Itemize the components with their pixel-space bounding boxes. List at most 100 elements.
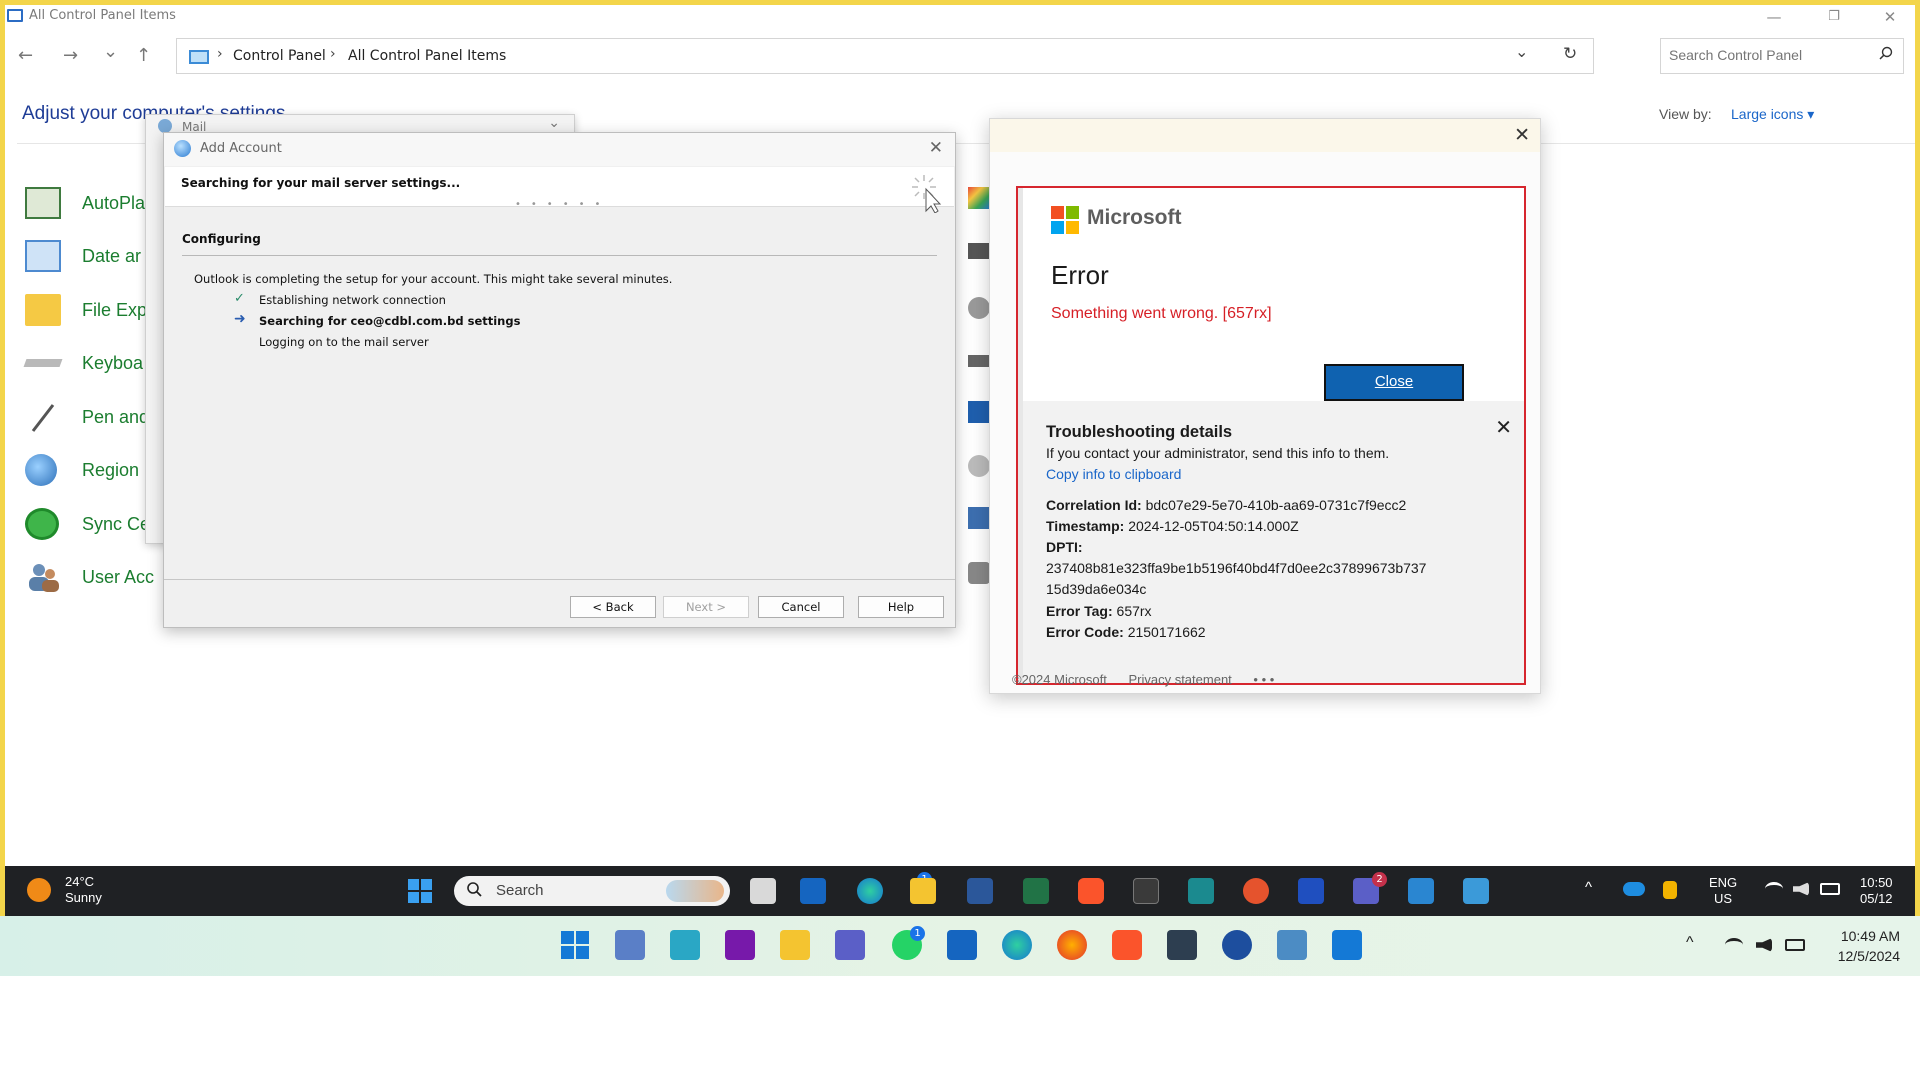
- arrow-right-icon: ➜: [234, 311, 246, 327]
- troubleshooting-intro: If you contact your administrator, send …: [1046, 445, 1390, 461]
- recent-locations-button[interactable]: ⌄: [103, 41, 118, 62]
- dpti-value-line2: 15d39da6e034c: [1046, 581, 1147, 597]
- excel-icon[interactable]: [1023, 878, 1049, 904]
- outlook-icon[interactable]: [800, 878, 826, 904]
- start-icon[interactable]: [560, 930, 590, 960]
- search-input[interactable]: [1669, 47, 1869, 63]
- privacy-link[interactable]: Privacy statement: [1128, 672, 1231, 687]
- battery-icon[interactable]: [1785, 939, 1805, 951]
- device-icon: [968, 455, 990, 477]
- remote-desktop-icon[interactable]: [1332, 930, 1362, 960]
- search-box[interactable]: [1660, 38, 1904, 74]
- back-button[interactable]: ←: [18, 45, 33, 66]
- globe-icon: [25, 454, 57, 486]
- sync-icon: [25, 508, 59, 540]
- edge-icon[interactable]: [857, 878, 883, 904]
- outlook-icon[interactable]: [947, 930, 977, 960]
- cancel-button[interactable]: Cancel: [758, 596, 844, 618]
- address-bar[interactable]: › Control Panel › All Control Panel Item…: [176, 38, 1594, 74]
- inner-clock[interactable]: 10:50 05/12: [1860, 875, 1893, 907]
- banner-text: Searching for your mail server settings.…: [181, 176, 461, 190]
- taskbar-search[interactable]: Search: [454, 876, 730, 906]
- minimize-button[interactable]: —: [1751, 5, 1797, 29]
- start-icon[interactable]: [407, 878, 433, 904]
- refresh-icon[interactable]: ↻: [1563, 44, 1577, 64]
- divider: [182, 255, 937, 256]
- close-icon[interactable]: ✕: [929, 138, 943, 158]
- error-content: Microsoft Error Something went wrong. [6…: [1016, 186, 1526, 685]
- more-options-icon[interactable]: • • •: [1253, 672, 1274, 687]
- close-button[interactable]: ✕: [1867, 5, 1913, 29]
- lock-icon[interactable]: [1663, 881, 1677, 899]
- cp-item-label: User Acc: [82, 567, 155, 587]
- weather-widget[interactable]: 24°C Sunny: [65, 874, 102, 906]
- file-explorer-icon[interactable]: [780, 930, 810, 960]
- language-indicator[interactable]: ENG US: [1709, 875, 1737, 907]
- app-icon[interactable]: [1277, 930, 1307, 960]
- file-explorer-icon[interactable]: [910, 878, 936, 904]
- breadcrumb-separator: ›: [330, 46, 336, 62]
- breadcrumb-all-items[interactable]: All Control Panel Items: [348, 48, 506, 64]
- screen: All Control Panel Items — ❐ ✕ ← → ⌄ ↑ › …: [0, 0, 1920, 916]
- volume-icon[interactable]: [1793, 882, 1809, 896]
- taskbar-search-label: Search: [496, 882, 544, 899]
- breadcrumb-control-panel[interactable]: Control Panel: [233, 48, 326, 64]
- view-by-dropdown[interactable]: Large icons ▾: [1731, 106, 1814, 123]
- sun-icon[interactable]: [27, 878, 51, 902]
- app-icon[interactable]: [1222, 930, 1252, 960]
- outer-clock[interactable]: 10:49 AM 12/5/2024: [1822, 926, 1900, 966]
- back-button[interactable]: < Back: [570, 596, 656, 618]
- temperature: 24°C: [65, 874, 95, 889]
- edge-icon[interactable]: [1002, 930, 1032, 960]
- next-button[interactable]: Next >: [663, 596, 749, 618]
- up-button[interactable]: ↑: [136, 45, 151, 66]
- address-dropdown-icon[interactable]: ⌄: [1515, 42, 1528, 61]
- device-icon: [968, 297, 990, 319]
- onenote-icon[interactable]: [725, 930, 755, 960]
- correlation-value: bdc07e29-5e70-410b-aa69-0731c7f9ecc2: [1145, 497, 1407, 513]
- show-hidden-icons[interactable]: ^: [1585, 880, 1592, 896]
- brave-icon[interactable]: [1078, 878, 1104, 904]
- brave-icon[interactable]: [1112, 930, 1142, 960]
- copy-info-link[interactable]: Copy info to clipboard: [1046, 466, 1181, 482]
- app-icon[interactable]: [1188, 878, 1214, 904]
- control-panel-icon: [7, 9, 23, 22]
- error-message: Something went wrong. [657rx]: [1051, 305, 1272, 322]
- browser-icon[interactable]: [1243, 878, 1269, 904]
- task-view-icon[interactable]: [750, 878, 776, 904]
- chevron-down-icon[interactable]: ⌄: [548, 115, 560, 131]
- teams-icon[interactable]: [835, 930, 865, 960]
- control-panel-icon[interactable]: [1463, 878, 1489, 904]
- app-icon[interactable]: [615, 930, 645, 960]
- volume-icon[interactable]: [1756, 938, 1772, 952]
- battery-icon[interactable]: [1820, 883, 1840, 895]
- step-logging-on: Logging on to the mail server: [259, 335, 429, 349]
- error-code-value: 2150171662: [1127, 624, 1206, 640]
- app-l-icon[interactable]: [1298, 878, 1324, 904]
- search-icon: [466, 881, 482, 901]
- inner-taskbar: 24°CSunny Search 1 2 ^ ENGUS 10:5005/12: [5, 866, 1915, 916]
- close-icon[interactable]: ✕: [1495, 415, 1512, 439]
- remote-desktop-icon[interactable]: [1408, 878, 1434, 904]
- calendar-clock-icon: [25, 240, 61, 272]
- close-icon[interactable]: ✕: [1514, 124, 1530, 146]
- whatsapp-badge: 1: [910, 926, 925, 941]
- cp-item-label: Region: [82, 460, 140, 480]
- firefox-icon[interactable]: [1057, 930, 1087, 960]
- breadcrumb-separator: ›: [217, 46, 223, 62]
- word-icon[interactable]: [967, 878, 993, 904]
- forward-button[interactable]: →: [63, 45, 78, 66]
- restore-button[interactable]: ❐: [1811, 5, 1857, 29]
- show-hidden-icons[interactable]: ^: [1686, 933, 1694, 953]
- app-icon[interactable]: [670, 930, 700, 960]
- onedrive-icon[interactable]: [1623, 882, 1645, 896]
- terminal-icon[interactable]: [1133, 878, 1159, 904]
- close-button[interactable]: Close: [1324, 364, 1464, 401]
- wifi-icon[interactable]: [1725, 938, 1743, 952]
- wifi-icon[interactable]: [1765, 882, 1783, 896]
- keyboard-icon: [23, 359, 63, 367]
- app-icon[interactable]: [1167, 930, 1197, 960]
- timestamp-label: Timestamp:: [1046, 518, 1125, 534]
- help-button[interactable]: Help: [858, 596, 944, 618]
- copyright: ©2024 Microsoft: [1012, 672, 1107, 687]
